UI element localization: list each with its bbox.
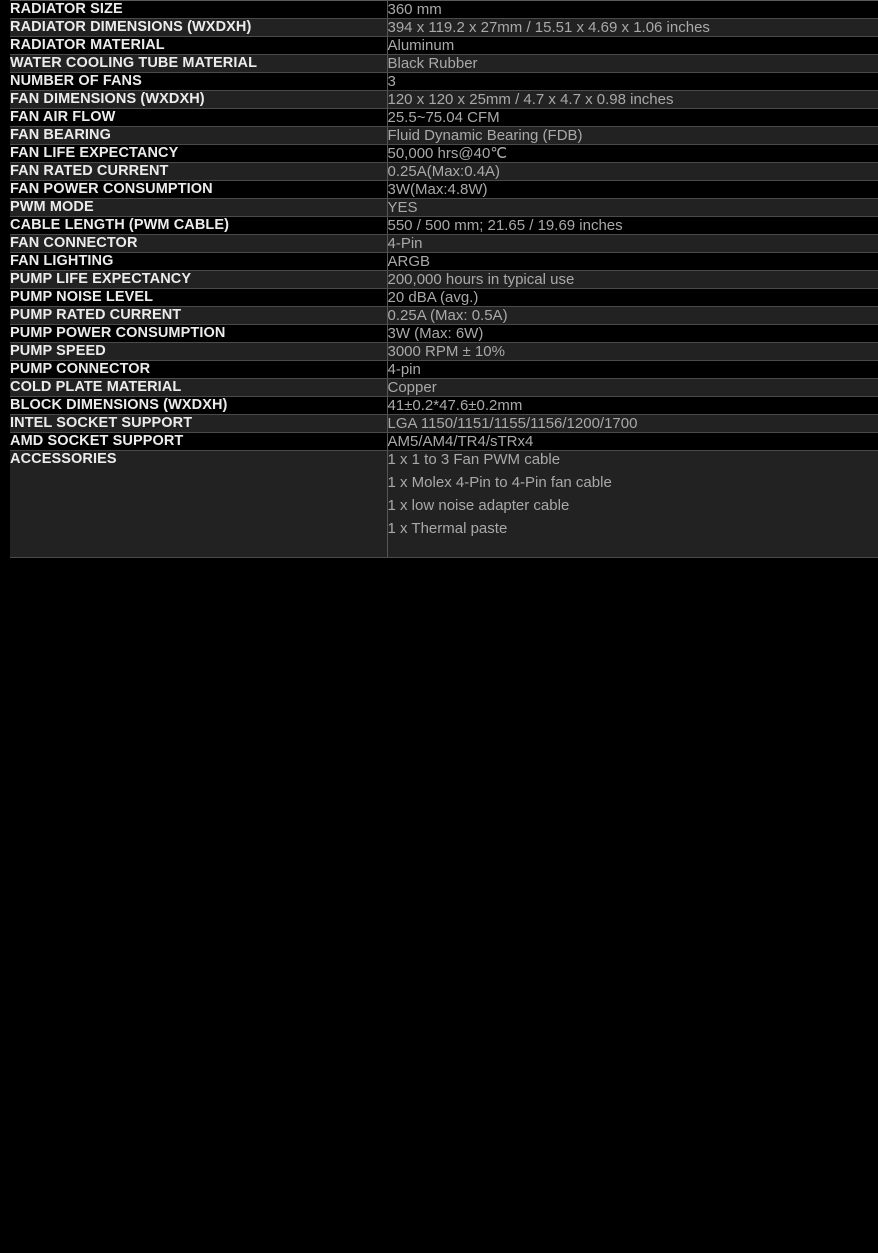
spec-value: ARGB	[387, 252, 878, 271]
spec-row: PUMP SPEED 3000 RPM ± 10%	[10, 342, 878, 361]
spec-label: FAN POWER CONSUMPTION	[10, 180, 388, 199]
spec-row: FAN POWER CONSUMPTION 3W(Max:4.8W)	[10, 180, 878, 199]
spec-row: PWM MODE YES	[10, 198, 878, 217]
spec-row: COLD PLATE MATERIAL Copper	[10, 378, 878, 397]
spec-label: WATER COOLING TUBE MATERIAL	[10, 54, 388, 73]
spec-label: CABLE LENGTH (PWM CABLE)	[10, 216, 388, 235]
spec-value: 3W(Max:4.8W)	[387, 180, 878, 199]
spec-row: FAN LIGHTING ARGB	[10, 252, 878, 271]
spec-value-line: 1 x low noise adapter cable	[387, 497, 570, 514]
spec-value: Aluminum	[387, 36, 878, 55]
spec-row: PUMP RATED CURRENT 0.25A (Max: 0.5A)	[10, 306, 878, 325]
spec-label: PUMP LIFE EXPECTANCY	[10, 270, 388, 289]
spec-row: FAN BEARING Fluid Dynamic Bearing (FDB)	[10, 126, 878, 145]
spec-value: Copper	[387, 378, 878, 397]
spec-label: FAN AIR FLOW	[10, 108, 388, 127]
spec-value: 4-Pin	[387, 234, 878, 253]
spec-value-line: 1 x Thermal paste	[387, 520, 508, 537]
spec-row: WATER COOLING TUBE MATERIAL Black Rubber	[10, 54, 878, 73]
spec-row: NUMBER OF FANS 3	[10, 72, 878, 91]
spec-label: NUMBER OF FANS	[10, 72, 388, 91]
spec-row: FAN AIR FLOW 25.5~75.04 CFM	[10, 108, 878, 127]
spec-label: PWM MODE	[10, 198, 388, 217]
spec-label: PUMP POWER CONSUMPTION	[10, 324, 388, 343]
spec-row: RADIATOR SIZE 360 mm	[10, 0, 878, 19]
spec-label: BLOCK DIMENSIONS (WXDXH)	[10, 396, 388, 415]
spec-row: INTEL SOCKET SUPPORT LGA 1150/1151/1155/1…	[10, 414, 878, 433]
spec-value: 0.25A(Max:0.4A)	[387, 162, 878, 181]
spec-label: PUMP RATED CURRENT	[10, 306, 388, 325]
spec-row: FAN DIMENSIONS (WXDXH) 120 x 120 x 25mm /…	[10, 90, 878, 109]
spec-row: PUMP NOISE LEVEL 20 dBA (avg.)	[10, 288, 878, 307]
specification-table: RADIATOR SIZE 360 mm RADIATOR DIMENSIONS (…	[10, 0, 878, 558]
spec-value: AM5/AM4/TR4/sTRx4	[387, 432, 878, 451]
spec-row: PUMP CONNECTOR 4-pin	[10, 360, 878, 379]
spec-value: 1 x 1 to 3 Fan PWM cable 1 x Molex 4-Pin …	[387, 450, 878, 558]
spec-label: PUMP CONNECTOR	[10, 360, 388, 379]
spec-label: FAN RATED CURRENT	[10, 162, 388, 181]
spec-label: FAN DIMENSIONS (WXDXH)	[10, 90, 388, 109]
spec-label: INTEL SOCKET SUPPORT	[10, 414, 388, 433]
spec-label: RADIATOR MATERIAL	[10, 36, 388, 55]
spec-value: Fluid Dynamic Bearing (FDB)	[387, 126, 878, 145]
spec-row: BLOCK DIMENSIONS (WXDXH) 41±0.2*47.6±0.2m…	[10, 396, 878, 415]
spec-value: LGA 1150/1151/1155/1156/1200/1700	[387, 414, 878, 433]
spec-row: PUMP LIFE EXPECTANCY 200,000 hours in typ…	[10, 270, 878, 289]
spec-value-line: 1 x 1 to 3 Fan PWM cable	[387, 451, 561, 468]
spec-value: 3000 RPM ± 10%	[387, 342, 878, 361]
spec-row: CABLE LENGTH (PWM CABLE) 550 / 500 mm; 21…	[10, 216, 878, 235]
spec-value: 41±0.2*47.6±0.2mm	[387, 396, 878, 415]
spec-label: RADIATOR DIMENSIONS (WXDXH)	[10, 18, 388, 37]
spec-label: RADIATOR SIZE	[10, 0, 388, 19]
spec-value: 200,000 hours in typical use	[387, 270, 878, 289]
spec-value: 0.25A (Max: 0.5A)	[387, 306, 878, 325]
spec-row: ACCESSORIES 1 x 1 to 3 Fan PWM cable 1 x M…	[10, 450, 878, 558]
spec-value: 25.5~75.04 CFM	[387, 108, 878, 127]
spec-label: PUMP NOISE LEVEL	[10, 288, 388, 307]
spec-row: FAN LIFE EXPECTANCY 50,000 hrs@40℃	[10, 144, 878, 163]
spec-label: AMD SOCKET SUPPORT	[10, 432, 388, 451]
spec-row: RADIATOR DIMENSIONS (WXDXH) 394 x 119.2 x…	[10, 18, 878, 37]
spec-value: 360 mm	[387, 0, 878, 19]
specification-sheet: RADIATOR SIZE 360 mm RADIATOR DIMENSIONS (…	[0, 0, 878, 1253]
spec-row: RADIATOR MATERIAL Aluminum	[10, 36, 878, 55]
spec-value: 4-pin	[387, 360, 878, 379]
spec-value: YES	[387, 198, 878, 217]
spec-label: FAN LIGHTING	[10, 252, 388, 271]
spec-label: FAN BEARING	[10, 126, 388, 145]
spec-value: 120 x 120 x 25mm / 4.7 x 4.7 x 0.98 inch…	[387, 90, 878, 109]
specification-table-body: RADIATOR SIZE 360 mm RADIATOR DIMENSIONS (…	[10, 0, 878, 558]
spec-row: PUMP POWER CONSUMPTION 3W (Max: 6W)	[10, 324, 878, 343]
spec-value: 550 / 500 mm; 21.65 / 19.69 inches	[387, 216, 878, 235]
spec-label: COLD PLATE MATERIAL	[10, 378, 388, 397]
spec-row: FAN RATED CURRENT 0.25A(Max:0.4A)	[10, 162, 878, 181]
spec-label: ACCESSORIES	[10, 450, 388, 558]
spec-value: 50,000 hrs@40℃	[387, 144, 878, 163]
spec-label: PUMP SPEED	[10, 342, 388, 361]
spec-value-line: 1 x Molex 4-Pin to 4-Pin fan cable	[387, 474, 612, 491]
spec-label: FAN LIFE EXPECTANCY	[10, 144, 388, 163]
spec-label: FAN CONNECTOR	[10, 234, 388, 253]
spec-value: Black Rubber	[387, 54, 878, 73]
spec-row: FAN CONNECTOR 4-Pin	[10, 234, 878, 253]
spec-value: 394 x 119.2 x 27mm / 15.51 x 4.69 x 1.06…	[387, 18, 878, 37]
spec-value: 20 dBA (avg.)	[387, 288, 878, 307]
spec-value: 3W (Max: 6W)	[387, 324, 878, 343]
spec-value: 3	[387, 72, 878, 91]
spec-row: AMD SOCKET SUPPORT AM5/AM4/TR4/sTRx4	[10, 432, 878, 451]
